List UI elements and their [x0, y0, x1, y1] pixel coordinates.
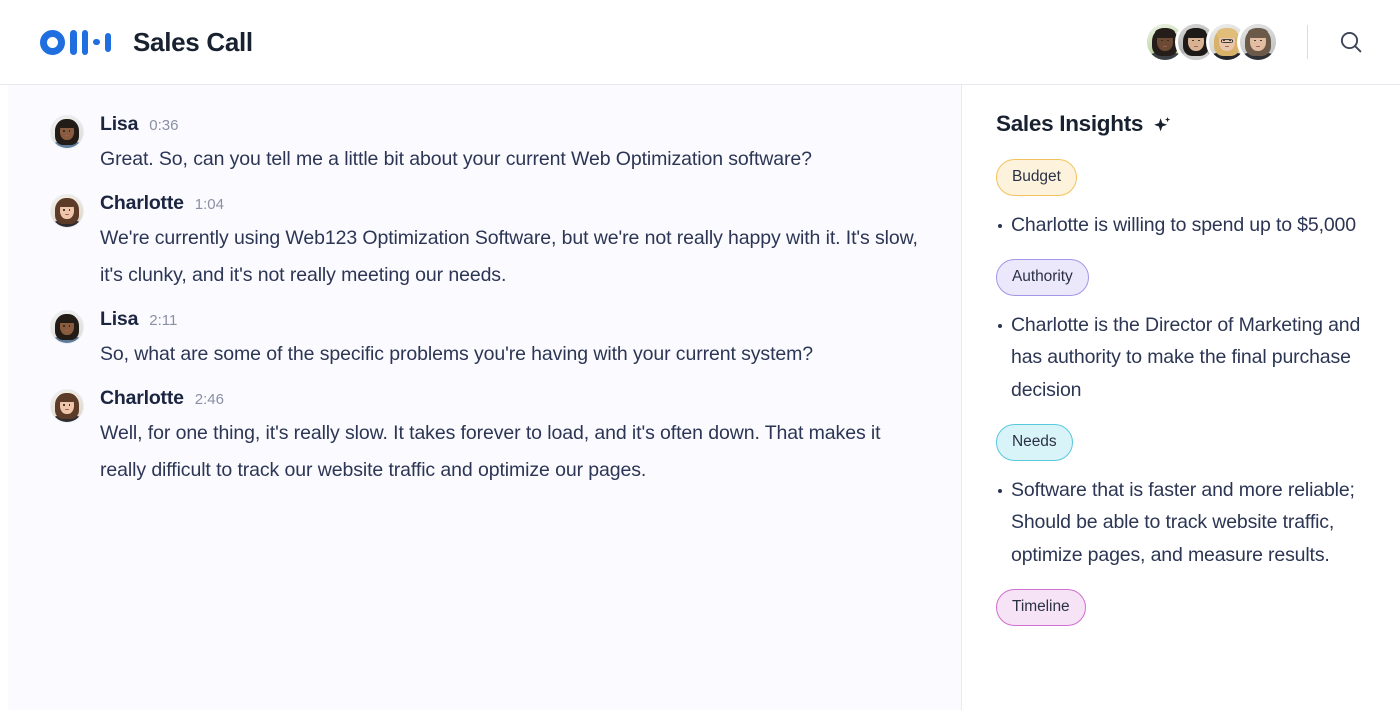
insight-group-budget: Budget Charlotte is willing to spend up …: [996, 159, 1374, 241]
insights-title: Sales Insights: [996, 111, 1144, 136]
participant-avatar-stack[interactable]: [1144, 21, 1279, 63]
header-divider: [1307, 25, 1308, 59]
otter-logo-icon[interactable]: [40, 29, 111, 55]
insight-tag-budget[interactable]: Budget: [996, 159, 1077, 196]
transcript-message[interactable]: Lisa 2:11 So, what are some of the speci…: [50, 308, 921, 373]
avatar-lisa: [50, 115, 84, 149]
otter-app-window: Sales Call Lisa 0:36 Great. So, can you …: [0, 0, 1400, 710]
insight-bullets-needs: Software that is faster and more reliabl…: [996, 474, 1374, 572]
insight-bullet: Charlotte is willing to spend up to $5,0…: [996, 209, 1374, 242]
insight-group-authority: Authority Charlotte is the Director of M…: [996, 259, 1374, 406]
insight-bullets-authority: Charlotte is the Director of Marketing a…: [996, 309, 1374, 407]
insight-bullet: Charlotte is the Director of Marketing a…: [996, 309, 1374, 407]
message-timestamp[interactable]: 1:04: [195, 196, 224, 213]
insight-group-needs: Needs Software that is faster and more r…: [996, 424, 1374, 571]
message-text: We're currently using Web123 Optimizatio…: [100, 227, 918, 286]
logo-bar-2: [81, 29, 88, 55]
message-text: Well, for one thing, it's really slow. I…: [100, 422, 881, 481]
transcript-message[interactable]: Charlotte 1:04 We're currently using Web…: [50, 192, 921, 294]
message-text: So, what are some of the specific proble…: [100, 343, 814, 365]
transcript-panel[interactable]: Lisa 0:36 Great. So, can you tell me a l…: [0, 85, 962, 710]
insight-tag-needs[interactable]: Needs: [996, 424, 1073, 461]
speaker-name: Charlotte: [100, 192, 184, 214]
header-right-controls: [1144, 21, 1368, 63]
transcript-message[interactable]: Lisa 0:36 Great. So, can you tell me a l…: [50, 113, 921, 178]
logo-bar-1: [70, 29, 77, 55]
page-title: Sales Call: [133, 27, 253, 57]
logo-dot: [93, 38, 100, 46]
avatar-charlotte: [50, 389, 84, 423]
avatar-participant-4[interactable]: [1237, 21, 1279, 63]
app-header: Sales Call: [0, 0, 1400, 85]
app-body: Lisa 0:36 Great. So, can you tell me a l…: [0, 85, 1400, 710]
logo-ring: [40, 29, 65, 55]
insight-tag-timeline[interactable]: Timeline: [996, 589, 1086, 626]
speaker-name: Lisa: [100, 113, 139, 135]
avatar-charlotte: [50, 194, 84, 228]
insights-header: Sales Insights: [996, 111, 1374, 137]
message-text: Great. So, can you tell me a little bit …: [100, 148, 812, 170]
insight-bullets-budget: Charlotte is willing to spend up to $5,0…: [996, 209, 1374, 242]
insight-bullet: Software that is faster and more reliabl…: [996, 474, 1374, 572]
speaker-name: Charlotte: [100, 387, 184, 409]
message-timestamp[interactable]: 2:11: [149, 312, 177, 329]
brand-area: Sales Call: [40, 29, 253, 55]
message-timestamp[interactable]: 0:36: [149, 117, 178, 134]
insight-group-timeline: Timeline: [996, 589, 1374, 639]
speaker-name: Lisa: [100, 308, 139, 330]
sales-insights-panel[interactable]: Sales Insights Budget Charlotte is willi…: [962, 85, 1400, 710]
sparkle-icon: [1152, 115, 1172, 135]
insight-tag-authority[interactable]: Authority: [996, 259, 1089, 296]
transcript-message[interactable]: Charlotte 2:46 Well, for one thing, it's…: [50, 387, 921, 489]
logo-bar-3: [104, 32, 111, 52]
avatar-lisa: [50, 310, 84, 344]
message-timestamp[interactable]: 2:46: [195, 391, 224, 408]
logo-dot-group: [93, 30, 100, 55]
search-icon[interactable]: [1334, 25, 1368, 59]
